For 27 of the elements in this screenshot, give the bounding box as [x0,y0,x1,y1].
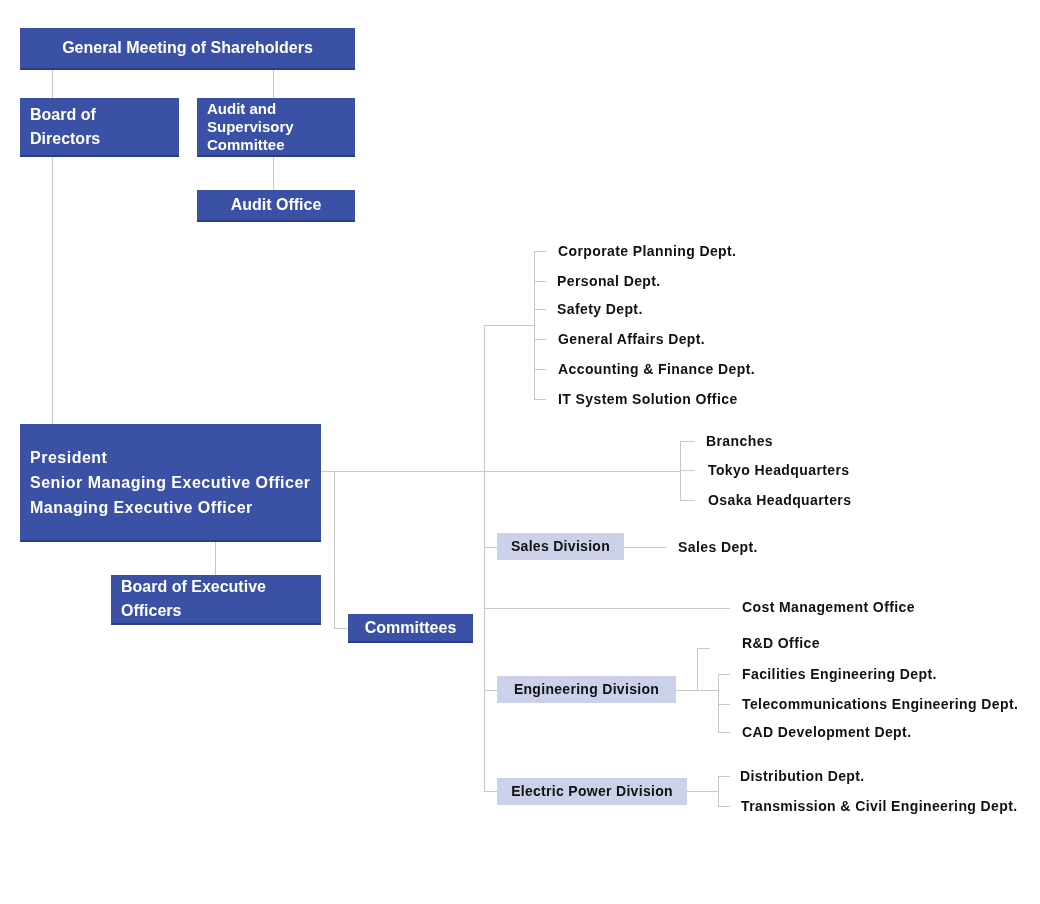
org-box: President Senior Managing Executive Officer Managing Executive Officer [20,424,321,542]
department-label: Safety Dept. [557,300,643,318]
org-box: General Meeting of Shareholders [20,28,355,70]
department-label: Distribution Dept. [740,767,865,785]
division-box: Electric Power Division [497,778,687,805]
department-label: Cost Management Office [742,598,915,616]
org-box: Audit Office [197,190,355,222]
department-label: Branches [706,432,773,450]
department-label: Personal Dept. [557,272,661,290]
department-label: Telecommunications Engineering Dept. [742,695,1019,713]
department-label: Tokyo Headquarters [708,461,850,479]
org-box: Audit and Supervisory Committee [197,98,355,157]
department-label: Sales Dept. [678,538,758,556]
department-label: Facilities Engineering Dept. [742,665,937,683]
department-label: CAD Development Dept. [742,723,912,741]
department-label: IT System Solution Office [558,390,738,408]
org-box: Board of Executive Officers [111,575,321,625]
org-box: Board of Directors [20,98,179,157]
department-label: Osaka Headquarters [708,491,852,509]
division-box: Sales Division [497,533,624,560]
org-box: Committees [348,614,473,643]
department-label: General Affairs Dept. [558,330,706,348]
division-box: Engineering Division [497,676,676,703]
department-label: Corporate Planning Dept. [558,242,737,260]
department-label: Accounting & Finance Dept. [558,360,756,378]
department-label: R&D Office [742,634,820,652]
department-label: Transmission & Civil Engineering Dept. [741,797,1018,815]
